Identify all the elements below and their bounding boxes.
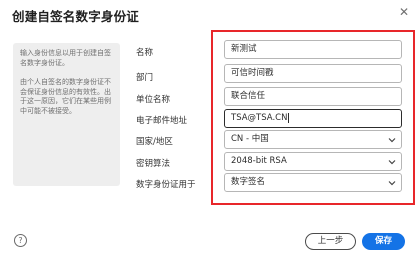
email-label: 电子邮件地址	[136, 116, 188, 126]
key-algorithm-label: 密钥算法	[136, 159, 171, 169]
organization-input[interactable]: 联合信任	[224, 87, 402, 106]
name-value: 新测试	[231, 44, 257, 54]
country-select[interactable]: CN - 中国	[224, 130, 402, 149]
country-value: CN - 中国	[231, 134, 269, 144]
help-icon[interactable]: ?	[14, 234, 27, 247]
department-label: 部门	[136, 73, 154, 83]
usage-select[interactable]: 数字签名	[224, 173, 402, 192]
key-algorithm-value: 2048-bit RSA	[231, 156, 287, 166]
info-text: 由个人自签名的数字身份证不会保证身份信息的有效性。出于这一原因，它们在某些用例中…	[20, 78, 111, 115]
text-cursor	[288, 112, 290, 123]
organization-value: 联合信任	[231, 91, 266, 101]
key-algorithm-select[interactable]: 2048-bit RSA	[224, 152, 402, 171]
info-text: 输入身份信息以用于创建自签名数字身份证。	[20, 49, 111, 67]
create-self-signed-id-dialog: 创建自签名数字身份证 ✕ 输入身份信息以用于创建自签名数字身份证。 由个人自签名…	[0, 0, 420, 263]
usage-label: 数字身份证用于	[136, 180, 196, 190]
previous-button[interactable]: 上一步	[305, 233, 356, 250]
department-value: 可信时间戳	[231, 68, 274, 78]
dialog-title: 创建自签名数字身份证	[12, 9, 140, 24]
organization-label: 单位名称	[136, 95, 171, 105]
info-panel: 输入身份信息以用于创建自签名数字身份证。 由个人自签名的数字身份证不会保证身份信…	[13, 43, 120, 186]
name-input[interactable]: 新测试	[224, 40, 402, 59]
email-input[interactable]: TSA@TSA.CN	[224, 109, 402, 128]
name-label: 名称	[136, 48, 154, 58]
save-button[interactable]: 保存	[362, 233, 405, 250]
close-icon[interactable]: ✕	[396, 4, 412, 20]
usage-value: 数字签名	[231, 177, 266, 187]
country-label: 国家/地区	[136, 137, 173, 147]
chevron-down-icon	[388, 181, 396, 186]
chevron-down-icon	[388, 138, 396, 143]
email-value: TSA@TSA.CN	[231, 113, 288, 123]
chevron-down-icon	[388, 160, 396, 165]
department-input[interactable]: 可信时间戳	[224, 64, 402, 83]
